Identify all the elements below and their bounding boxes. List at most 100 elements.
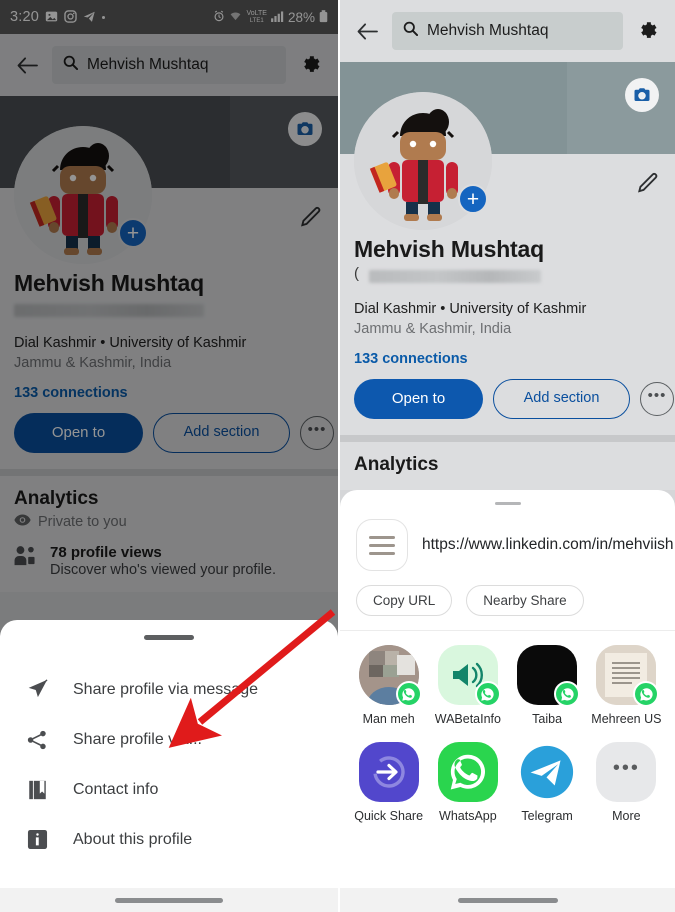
profile-action-buttons: Open to Add section ••• <box>354 378 674 435</box>
menu-item-share-via-message[interactable]: Share profile via message <box>0 664 338 715</box>
contact-avatar <box>517 645 581 707</box>
menu-item-contact-info[interactable]: Contact info <box>0 765 338 815</box>
status-bar: 3:20 VoLTE LTE1 28% <box>0 0 338 34</box>
back-arrow-icon[interactable] <box>352 16 382 46</box>
add-section-button[interactable]: Add section <box>493 378 630 419</box>
left-phone-panel: 3:20 VoLTE LTE1 28% Mehvish Mushtaq + Me… <box>0 0 338 912</box>
plus-icon[interactable]: + <box>458 184 488 214</box>
section-divider <box>0 468 338 476</box>
section-divider <box>340 434 675 442</box>
more-options-button[interactable]: ••• <box>300 415 334 450</box>
profile-location: Jammu & Kashmir, India <box>14 354 172 371</box>
camera-icon[interactable] <box>288 112 322 146</box>
analytics-item[interactable]: 78 profile views Discover who's viewed y… <box>14 544 324 578</box>
volte-icon: VoLTE LTE1 <box>246 9 267 24</box>
contact-avatar <box>437 645 501 707</box>
status-time: 3:20 <box>10 9 40 25</box>
direct-share-contacts-row: Man meh WABetaInfo Taiba Mehreen US <box>340 631 675 732</box>
contact-avatar <box>596 645 660 707</box>
open-to-button[interactable]: Open to <box>14 412 143 453</box>
instagram-icon <box>64 9 77 25</box>
analytics-item-text: 78 profile views Discover who's viewed y… <box>50 544 276 578</box>
cover-light-block <box>230 96 338 188</box>
share-app-label: More <box>612 809 641 823</box>
share-chips: Copy URL Nearby Share <box>356 585 659 616</box>
pronouns-redacted <box>14 297 324 317</box>
whatsapp-icon <box>395 681 422 707</box>
share-icon <box>24 729 50 751</box>
status-bar-right: VoLTE LTE1 28% <box>213 10 328 25</box>
signal-icon <box>271 10 284 24</box>
add-section-button[interactable]: Add section <box>153 412 290 453</box>
camera-icon[interactable] <box>625 78 659 112</box>
contact-label: Mehreen US <box>591 712 662 726</box>
share-menu: Share profile via message Share profile … <box>0 640 338 864</box>
analytics-visibility-label: Private to you <box>38 513 127 530</box>
share-apps-row: Quick Share WhatsApp Telegram ••• More <box>340 732 675 829</box>
open-to-button[interactable]: Open to <box>354 378 483 419</box>
gear-icon[interactable] <box>296 50 326 80</box>
more-options-button[interactable]: ••• <box>640 381 674 416</box>
contact-label: Man meh <box>362 712 415 726</box>
right-phone-panel: Mehvish Mushtaq + Mehvish Mushtaq (Dial… <box>338 0 675 912</box>
share-app-target[interactable]: Quick Share <box>350 742 427 823</box>
analytics-title: Analytics <box>14 487 99 509</box>
search-header: Mehvish Mushtaq <box>0 34 338 96</box>
menu-item-label: Share profile via... <box>73 731 202 748</box>
contact-target[interactable]: Man meh <box>350 645 427 726</box>
profile-views-subtitle: Discover who's viewed your profile. <box>50 561 276 578</box>
contact-avatar <box>358 645 422 707</box>
home-pill[interactable] <box>115 897 223 903</box>
contact-target[interactable]: Mehreen US <box>588 645 665 726</box>
quick-share-icon <box>358 742 419 802</box>
dot-icon <box>102 15 106 19</box>
search-input[interactable]: Mehvish Mushtaq <box>52 46 286 84</box>
menu-item-label: Contact info <box>73 781 159 798</box>
share-app-target[interactable]: Telegram <box>509 742 586 823</box>
system-nav-bar <box>340 888 675 912</box>
avatar[interactable]: + <box>354 92 492 230</box>
copy-url-button[interactable]: Copy URL <box>356 585 453 616</box>
share-app-label: Telegram <box>521 809 573 823</box>
pencil-icon[interactable] <box>635 170 661 196</box>
plus-icon[interactable]: + <box>118 218 148 248</box>
connections-link[interactable]: 133 connections <box>354 351 661 367</box>
pencil-icon[interactable] <box>298 204 324 230</box>
contact-target[interactable]: Taiba <box>509 645 586 726</box>
info-icon <box>24 829 50 850</box>
people-icon <box>14 544 38 578</box>
share-app-target[interactable]: WhatsApp <box>429 742 506 823</box>
eye-icon <box>14 514 31 530</box>
avatar[interactable]: + <box>14 126 152 264</box>
contact-target[interactable]: WABetaInfo <box>429 645 506 726</box>
home-pill[interactable] <box>457 897 558 903</box>
telegram-icon <box>83 10 96 25</box>
menu-item-label: About this profile <box>73 830 193 848</box>
pronouns-redacted: ( <box>354 263 661 283</box>
contact-card-icon <box>24 779 50 801</box>
share-app-label: Quick Share <box>354 809 424 823</box>
analytics-section: Analytics <box>340 441 675 490</box>
share-url-row: https://www.linkedin.com/in/mehviish <box>356 519 674 571</box>
menu-item-about-this-profile[interactable]: About this profile <box>0 815 338 864</box>
alarm-icon <box>213 10 225 24</box>
profile-views-count: 78 profile views <box>50 543 162 561</box>
share-app-target[interactable]: ••• More <box>588 742 665 823</box>
send-icon <box>24 678 50 701</box>
search-input[interactable]: Mehvish Mushtaq <box>392 12 623 50</box>
whatsapp-icon <box>474 681 501 707</box>
connections-link[interactable]: 133 connections <box>14 385 324 401</box>
nearby-share-button[interactable]: Nearby Share <box>466 585 584 616</box>
battery-icon <box>319 9 328 25</box>
whatsapp-icon <box>554 681 581 707</box>
wifi-icon <box>229 10 242 24</box>
menu-item-share-via[interactable]: Share profile via... <box>0 715 338 765</box>
contact-label: Taiba <box>532 712 563 726</box>
menu-item-label: Share profile via message <box>73 680 258 698</box>
screenshot-root: 3:20 VoLTE LTE1 28% Mehvish Mushtaq + Me… <box>0 0 675 912</box>
gear-icon[interactable] <box>633 16 663 46</box>
share-app-label: WhatsApp <box>439 809 497 823</box>
profile-headline: Dial Kashmir • University of Kashmir <box>14 335 247 351</box>
back-arrow-icon[interactable] <box>12 50 42 80</box>
share-url: https://www.linkedin.com/in/mehviish <box>422 535 674 553</box>
